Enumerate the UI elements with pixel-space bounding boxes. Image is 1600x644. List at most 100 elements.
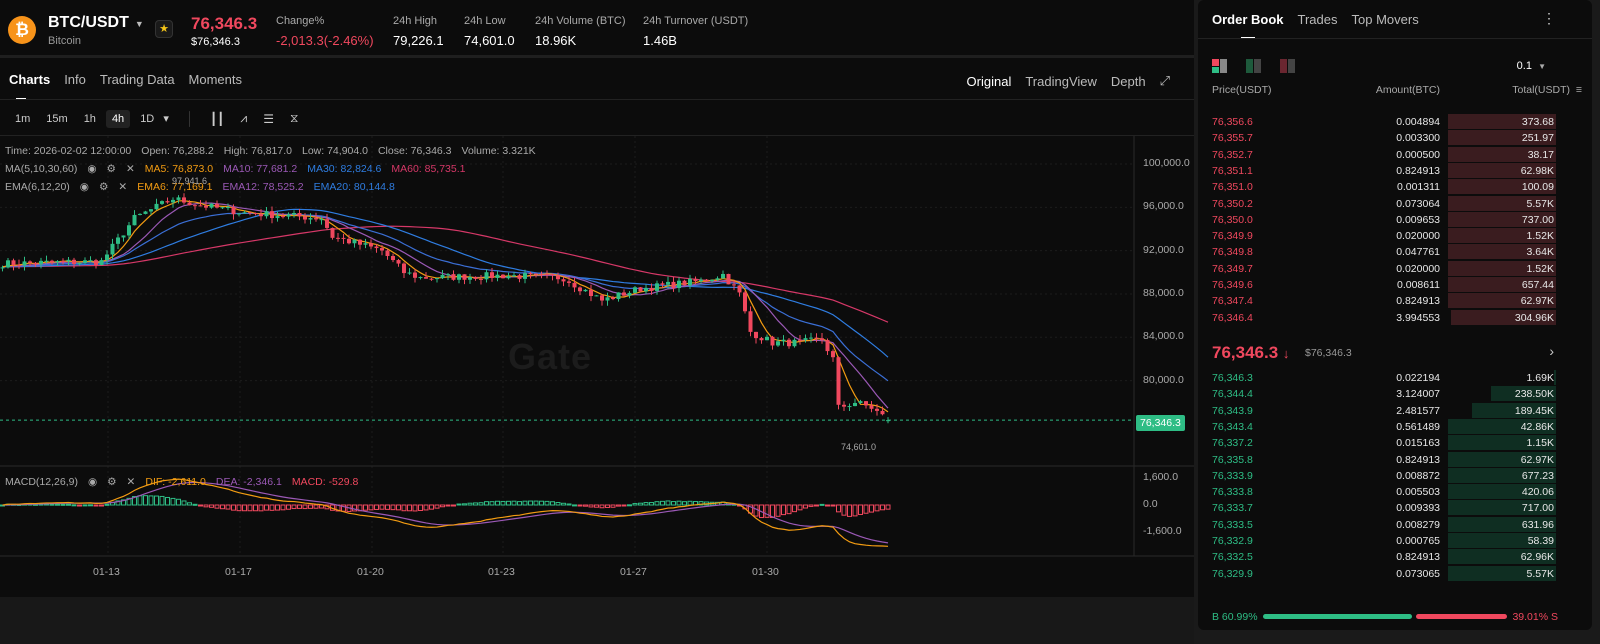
view-depth[interactable]: Depth xyxy=(1111,74,1146,89)
candlestick-chart[interactable] xyxy=(0,136,1194,596)
bid-row[interactable]: 76,337.2 0.015163 1.15K xyxy=(1212,435,1556,451)
bid-row[interactable]: 76,333.9 0.008872 677.23 xyxy=(1212,467,1556,484)
ask-row[interactable]: 76,349.9 0.020000 1.52K xyxy=(1212,228,1556,244)
favorite-star-icon[interactable]: ★ xyxy=(155,20,173,38)
ask-row[interactable]: 76,349.8 0.047761 3.64K xyxy=(1212,244,1556,260)
amount: 0.005503 xyxy=(1396,486,1440,499)
macd-bar xyxy=(313,504,319,509)
macd-bar xyxy=(396,504,401,511)
bid-row[interactable]: 76,329.9 0.073065 5.57K xyxy=(1212,565,1556,582)
ask-row[interactable]: 76,347.4 0.824913 62.97K xyxy=(1212,293,1556,309)
bid-row[interactable]: 76,344.4 3.124007 238.50K xyxy=(1212,386,1556,402)
indicators-icon[interactable]: ⩘ xyxy=(234,108,253,129)
amount: 0.561489 xyxy=(1396,420,1440,433)
candle-type-icon[interactable]: ┃┃ xyxy=(204,109,230,129)
bid-row[interactable]: 76,333.8 0.005503 420.06 xyxy=(1212,484,1556,500)
settings-icon[interactable]: ⚙ xyxy=(107,163,116,175)
ema20-line xyxy=(2,212,889,382)
macd-bar xyxy=(77,504,82,507)
amount: 0.000765 xyxy=(1396,535,1440,547)
bid-row[interactable]: 76,335.8 0.824913 62.97K xyxy=(1212,451,1556,468)
candle xyxy=(517,274,522,283)
drawing-tools-icon[interactable]: ☰ xyxy=(257,109,280,129)
ask-row[interactable]: 76,350.0 0.009653 737.00 xyxy=(1212,211,1556,228)
bid-row[interactable]: 76,343.4 0.561489 42.86K xyxy=(1212,418,1556,435)
ask-row[interactable]: 76,356.6 0.004894 373.68 xyxy=(1212,114,1556,130)
tab-moments[interactable]: Moments xyxy=(189,72,242,87)
tab-trades[interactable]: Trades xyxy=(1298,12,1338,27)
settings-icon[interactable]: ⧖ xyxy=(284,108,304,129)
tab-info[interactable]: Info xyxy=(64,72,86,87)
last-price: 76,346.3 xyxy=(191,14,258,33)
eye-icon[interactable]: ◉ xyxy=(88,476,97,488)
price: 76,332.5 xyxy=(1212,551,1253,564)
bids-only-icon[interactable] xyxy=(1246,59,1262,73)
macd-bar xyxy=(863,504,869,514)
bid-row[interactable]: 76,332.5 0.824913 62.96K xyxy=(1212,549,1556,565)
candle xyxy=(286,212,291,220)
macd-bar xyxy=(797,504,803,511)
macd-bar xyxy=(643,502,649,506)
bid-row[interactable]: 76,332.9 0.000765 58.39 xyxy=(1212,533,1556,549)
timeframe-1d[interactable]: 1D ▾ xyxy=(134,109,175,128)
total: 38.17 xyxy=(1527,148,1554,161)
ask-row[interactable]: 76,350.2 0.073064 5.57K xyxy=(1212,195,1556,212)
timeframe-1m[interactable]: 1m xyxy=(9,110,36,128)
timeframe-1h[interactable]: 1h xyxy=(78,110,102,128)
ask-row[interactable]: 76,351.0 0.001311 100.09 xyxy=(1212,179,1556,195)
settings-icon[interactable]: ⚙ xyxy=(99,181,108,193)
macd-bar xyxy=(451,504,456,507)
ask-row[interactable]: 76,351.1 0.824913 62.98K xyxy=(1212,162,1556,179)
view-tradingview[interactable]: TradingView xyxy=(1025,74,1097,89)
divider xyxy=(188,110,190,127)
fullscreen-icon[interactable]: ⤢ xyxy=(1160,73,1170,89)
asks-only-icon[interactable] xyxy=(1280,59,1296,73)
sort-icon[interactable]: ≡ xyxy=(1576,84,1582,96)
candle xyxy=(622,289,626,297)
close-icon[interactable]: ✕ xyxy=(126,163,135,175)
y-tick-label: 92,000.0 xyxy=(1143,243,1184,256)
macd-bar xyxy=(401,504,407,512)
candle xyxy=(501,274,505,279)
price-step-select[interactable]: 0.1 ▼ xyxy=(1517,60,1546,72)
both-sides-icon[interactable] xyxy=(1212,59,1228,73)
ask-row[interactable]: 76,349.6 0.008611 657.44 xyxy=(1212,277,1556,293)
ask-row[interactable]: 76,355.7 0.003300 251.97 xyxy=(1212,130,1556,146)
macd-bar xyxy=(555,502,561,506)
ask-row[interactable]: 76,349.7 0.020000 1.52K xyxy=(1212,260,1556,277)
pair-selector[interactable]: BTC/USDT ▼ xyxy=(48,14,144,32)
eye-icon[interactable]: ◉ xyxy=(87,163,96,175)
bid-row[interactable]: 76,333.7 0.009393 717.00 xyxy=(1212,500,1556,516)
bitcoin-logo-icon: ₿ xyxy=(8,16,36,44)
macd-bar xyxy=(478,502,484,506)
candle xyxy=(176,195,181,204)
more-options-icon[interactable]: ⋮ xyxy=(1542,10,1556,27)
timeframe-15m[interactable]: 15m xyxy=(40,110,73,128)
ma-legend: MA(5,10,30,60) ◉ ⚙ ✕ MA5: 76,873.0 MA10: 77,6… xyxy=(5,163,476,175)
bid-row[interactable]: 76,343.9 2.481577 189.45K xyxy=(1212,402,1556,419)
tab-top-movers[interactable]: Top Movers xyxy=(1352,12,1419,27)
buy-ratio-bar xyxy=(1263,614,1412,619)
chevron-right-icon[interactable]: › xyxy=(1549,343,1554,359)
timeframe-4h[interactable]: 4h xyxy=(105,109,131,128)
tab-trading-data[interactable]: Trading Data xyxy=(100,72,175,87)
close-icon[interactable]: ✕ xyxy=(118,181,127,193)
macd-bar xyxy=(610,504,616,508)
candle xyxy=(561,276,566,287)
tab-order-book[interactable]: Order Book xyxy=(1212,12,1284,39)
close-icon[interactable]: ✕ xyxy=(127,476,136,488)
macd-bar xyxy=(825,504,830,507)
view-original[interactable]: Original xyxy=(967,74,1012,89)
macd-bar xyxy=(869,504,874,513)
settings-icon[interactable]: ⚙ xyxy=(107,476,116,488)
eye-icon[interactable]: ◉ xyxy=(80,181,89,193)
tab-charts[interactable]: Charts xyxy=(9,72,50,100)
macd-bar xyxy=(638,502,643,506)
x-tick-label: 01-27 xyxy=(620,566,647,578)
total: 1.15K xyxy=(1526,437,1554,450)
bid-row[interactable]: 76,333.5 0.008279 631.96 xyxy=(1212,516,1556,533)
y-tick-label: 84,000.0 xyxy=(1143,330,1184,343)
ask-row[interactable]: 76,346.4 3.994553 304.96K xyxy=(1212,309,1556,326)
bid-row[interactable]: 76,346.3 0.022194 1.69K xyxy=(1212,370,1556,386)
ask-row[interactable]: 76,352.7 0.000500 38.17 xyxy=(1212,146,1556,163)
